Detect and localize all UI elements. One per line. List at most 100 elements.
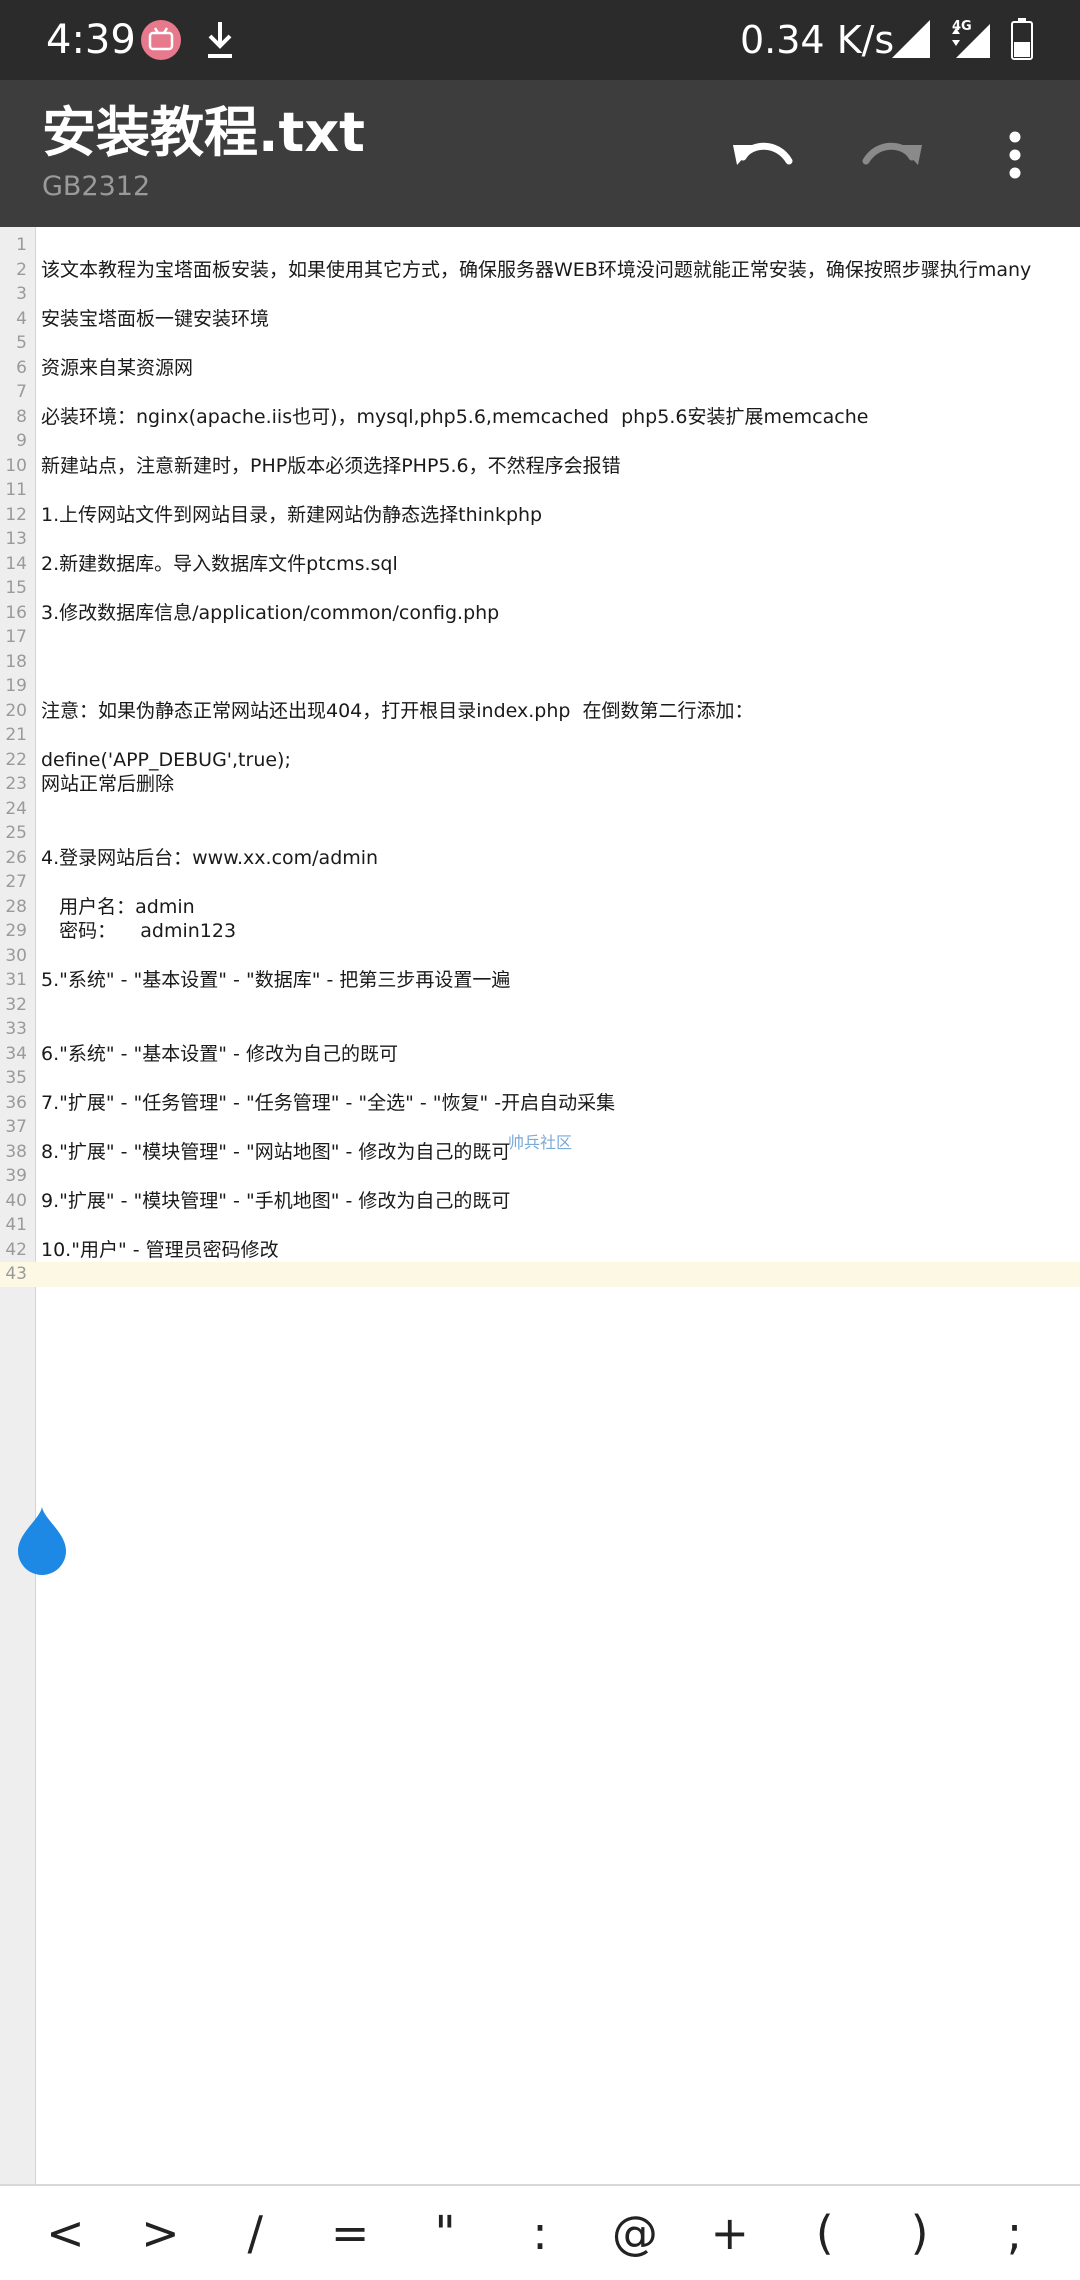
download-icon [208,22,232,58]
editor-line[interactable]: 41 [0,1213,1080,1238]
editor-line[interactable]: 43 [0,1262,1080,1287]
editor-line[interactable]: 9 [0,429,1080,454]
symbol-key[interactable]: ( [785,2193,865,2273]
editor-line[interactable]: 42 10."用户" - 管理员密码修改 [0,1238,1080,1263]
line-number: 32 [5,994,27,1015]
symbol-key[interactable]: = [310,2193,390,2273]
editor-line[interactable]: 23 网站正常后删除 [0,772,1080,797]
symbol-key[interactable]: < [25,2193,105,2273]
symbol-key[interactable]: / [215,2193,295,2273]
line-number: 30 [5,945,27,966]
line-number: 43 [5,1264,27,1285]
line-number: 22 [5,749,27,770]
line-number: 9 [16,431,27,452]
line-number: 4 [16,308,27,329]
line-number: 27 [5,872,27,893]
redo-icon [862,142,922,165]
line-text: 6."系统" - "基本设置" - 修改为自己的既可 [41,1042,398,1065]
undo-icon [733,142,793,165]
symbol-key[interactable]: : [500,2193,580,2273]
line-text: 8."扩展" - "模块管理" - "网站地图" - 修改为自己的既可 [41,1140,511,1163]
editor-line[interactable]: 24 [0,797,1080,822]
line-text: 网站正常后删除 [41,773,175,796]
line-number: 34 [5,1043,27,1064]
line-number: 17 [5,627,27,648]
line-number: 35 [5,1068,27,1089]
editor-line[interactable]: 14 2.新建数据库。导入数据库文件ptcms.sql [0,552,1080,577]
editor-line[interactable]: 40 9."扩展" - "模块管理" - "手机地图" - 修改为自己的既可 [0,1189,1080,1214]
line-number: 1 [16,235,27,256]
line-text: 注意：如果伪静态正常网站还出现404，打开根目录index.php 在倒数第二行… [41,699,754,722]
line-number: 5 [16,333,27,354]
editor-line[interactable]: 36 7."扩展" - "任务管理" - "任务管理" - "全选" - "恢复"… [0,1091,1080,1116]
symbol-key[interactable]: @ [595,2193,675,2273]
bilibili-icon [141,20,181,60]
editor-line[interactable]: 18 [0,650,1080,675]
symbol-key[interactable]: ) [880,2193,960,2273]
editor-line[interactable]: 5 [0,331,1080,356]
editor-line[interactable]: 39 [0,1164,1080,1189]
editor-line[interactable]: 32 [0,993,1080,1018]
editor-line[interactable]: 30 [0,944,1080,969]
app-bar: 安装教程.txt GB2312 [0,80,1080,227]
editor-line[interactable]: 20 注意：如果伪静态正常网站还出现404，打开根目录index.php 在倒数第… [0,699,1080,724]
editor-line[interactable]: 26 4.登录网站后台：www.xx.com/admin [0,846,1080,871]
editor-line[interactable]: 31 5."系统" - "基本设置" - "数据库" - 把第三步再设置一遍 [0,968,1080,993]
line-number: 10 [5,455,27,476]
line-text: 10."用户" - 管理员密码修改 [41,1238,279,1261]
file-title: 安装教程.txt [42,101,365,164]
line-text: 3.修改数据库信息/application/common/config.php [41,601,500,624]
editor-line[interactable]: 11 [0,478,1080,503]
editor-line[interactable]: 17 [0,625,1080,650]
symbol-key[interactable]: " [405,2193,485,2273]
editor-line[interactable]: 33 [0,1017,1080,1042]
line-text: 9."扩展" - "模块管理" - "手机地图" - 修改为自己的既可 [41,1189,511,1212]
editor-line[interactable]: 16 3.修改数据库信息/application/common/config.ph… [0,601,1080,626]
line-text: 用户名：admin [41,895,195,918]
status-time: 4:39 [46,17,136,63]
undo-button[interactable] [725,115,805,195]
line-text: 4.登录网站后台：www.xx.com/admin [41,846,379,869]
battery-icon [1011,18,1033,60]
text-editor[interactable]: 1 2 该文本教程为宝塔面板安装，如果使用其它方式，确保服务器WEB环境没问题就能正… [0,227,1080,2184]
line-number: 19 [5,676,27,697]
editor-line[interactable]: 34 6."系统" - "基本设置" - 修改为自己的既可 [0,1042,1080,1067]
editor-line[interactable]: 25 [0,821,1080,846]
line-number: 6 [16,357,27,378]
line-number: 20 [5,700,27,721]
editor-line[interactable]: 19 [0,674,1080,699]
editor-line[interactable]: 10 新建站点，注意新建时，PHP版本必须选择PHP5.6，不然程序会报错 [0,454,1080,479]
symbol-key[interactable]: > [120,2193,200,2273]
symbol-key[interactable]: ; [975,2193,1055,2273]
cursor-handle[interactable] [14,1505,70,1577]
editor-line[interactable]: 21 [0,723,1080,748]
editor-line[interactable]: 35 [0,1066,1080,1091]
editor-line[interactable]: 8 必装环境：nginx(apache.iis也可)，mysql,php5.6,m… [0,405,1080,430]
line-text: 5."系统" - "基本设置" - "数据库" - 把第三步再设置一遍 [41,969,511,992]
line-number: 23 [5,774,27,795]
editor-line[interactable]: 4 安装宝塔面板一键安装环境 [0,307,1080,332]
editor-line[interactable]: 13 [0,527,1080,552]
editor-line[interactable]: 12 1.上传网站文件到网站目录，新建网站伪静态选择thinkphp [0,503,1080,528]
network-speed: 0.34 K/s [740,18,895,62]
line-number: 33 [5,1019,27,1040]
file-encoding[interactable]: GB2312 [42,170,150,204]
more-menu-button[interactable] [990,115,1040,195]
network-type: 4G [952,19,972,34]
more-vertical-icon [1009,131,1021,179]
editor-line[interactable]: 6 资源来自某资源网 [0,356,1080,381]
editor-line[interactable]: 27 [0,870,1080,895]
editor-line[interactable]: 22 define('APP_DEBUG',true); [0,748,1080,773]
editor-line[interactable]: 3 [0,282,1080,307]
redo-button[interactable] [850,115,930,195]
editor-line[interactable]: 2 该文本教程为宝塔面板安装，如果使用其它方式，确保服务器WEB环境没问题就能正常… [0,258,1080,283]
symbol-key[interactable]: + [690,2193,770,2273]
editor-line[interactable]: 1 [0,233,1080,258]
line-number: 40 [5,1190,27,1211]
editor-line[interactable]: 29 密码： admin123 [0,919,1080,944]
line-number: 36 [5,1092,27,1113]
editor-line[interactable]: 15 [0,576,1080,601]
line-text: 密码： admin123 [41,920,237,943]
editor-line[interactable]: 28 用户名：admin [0,895,1080,920]
editor-line[interactable]: 7 [0,380,1080,405]
